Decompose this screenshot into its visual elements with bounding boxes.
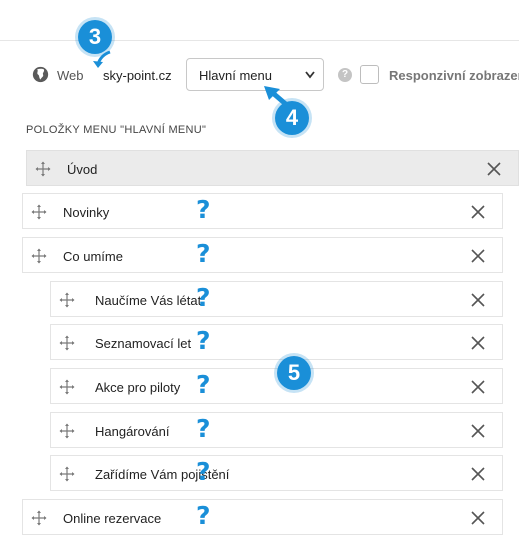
delete-x-icon[interactable] xyxy=(487,162,501,176)
site-name[interactable]: sky-point.cz xyxy=(103,68,172,83)
menu-item-label: Co umíme xyxy=(63,249,123,264)
delete-x-icon[interactable] xyxy=(471,424,485,438)
delete-x-icon[interactable] xyxy=(471,249,485,263)
menu-item-row[interactable]: Úvod xyxy=(26,150,519,186)
help-annotation-icon: ? xyxy=(196,195,211,224)
responsive-label: Responzivní zobrazení xyxy=(389,68,519,83)
menu-item-label: Naučíme Vás létat xyxy=(95,293,202,308)
menu-item-row[interactable]: Novinky xyxy=(22,193,503,229)
delete-x-icon[interactable] xyxy=(471,380,485,394)
drag-handle-icon[interactable] xyxy=(59,335,75,351)
menu-select[interactable]: Hlavní menu xyxy=(186,58,324,91)
drag-handle-icon[interactable] xyxy=(59,292,75,308)
menu-item-row[interactable]: Online rezervace xyxy=(22,499,503,535)
help-annotation-icon: ? xyxy=(196,501,211,530)
menu-item-label: Akce pro piloty xyxy=(95,380,181,395)
drag-handle-icon[interactable] xyxy=(59,423,75,439)
toolbar: Web sky-point.cz Hlavní menu ? Responziv… xyxy=(0,58,519,92)
drag-handle-icon[interactable] xyxy=(59,379,75,395)
menu-select-value: Hlavní menu xyxy=(199,68,272,83)
menu-item-label: Hangárování xyxy=(95,424,170,439)
help-annotation-icon: ? xyxy=(196,326,211,355)
menu-item-row[interactable]: Seznamovací let xyxy=(50,324,503,360)
delete-x-icon[interactable] xyxy=(471,336,485,350)
section-title: POLOŽKY MENU "HLAVNÍ MENU" xyxy=(26,124,207,136)
drag-handle-icon[interactable] xyxy=(31,204,47,220)
delete-x-icon[interactable] xyxy=(471,511,485,525)
delete-x-icon[interactable] xyxy=(471,293,485,307)
menu-item-row[interactable]: Zařídíme Vám pojištění xyxy=(50,455,503,491)
help-annotation-icon: ? xyxy=(196,283,211,312)
menu-item-label: Online rezervace xyxy=(63,511,162,526)
arrow-icon xyxy=(93,50,111,68)
drag-handle-icon[interactable] xyxy=(35,161,51,177)
delete-x-icon[interactable] xyxy=(471,205,485,219)
menu-item-label: Seznamovací let xyxy=(95,336,192,351)
help-annotation-icon: ? xyxy=(196,414,211,443)
menu-item-row[interactable]: Naučíme Vás létat xyxy=(50,281,503,317)
drag-handle-icon[interactable] xyxy=(31,248,47,264)
arrow-icon xyxy=(264,86,290,108)
globe-icon xyxy=(32,66,49,83)
menu-item-label: Novinky xyxy=(63,205,110,220)
help-annotation-icon: ? xyxy=(196,457,211,486)
annotation-badge-5: 5 xyxy=(277,356,311,390)
web-label: Web xyxy=(57,68,84,83)
help-annotation-icon: ? xyxy=(196,239,211,268)
drag-handle-icon[interactable] xyxy=(59,466,75,482)
responsive-checkbox[interactable] xyxy=(360,65,379,84)
menu-item-label: Úvod xyxy=(67,162,98,177)
delete-x-icon[interactable] xyxy=(471,467,485,481)
help-icon[interactable]: ? xyxy=(338,68,352,82)
menu-item-row[interactable]: Hangárování xyxy=(50,412,503,448)
drag-handle-icon[interactable] xyxy=(31,510,47,526)
menu-item-row[interactable]: Co umíme xyxy=(22,237,503,273)
chevron-down-icon xyxy=(305,71,315,79)
annotation-badge-3: 3 xyxy=(78,20,112,54)
help-annotation-icon: ? xyxy=(196,370,211,399)
